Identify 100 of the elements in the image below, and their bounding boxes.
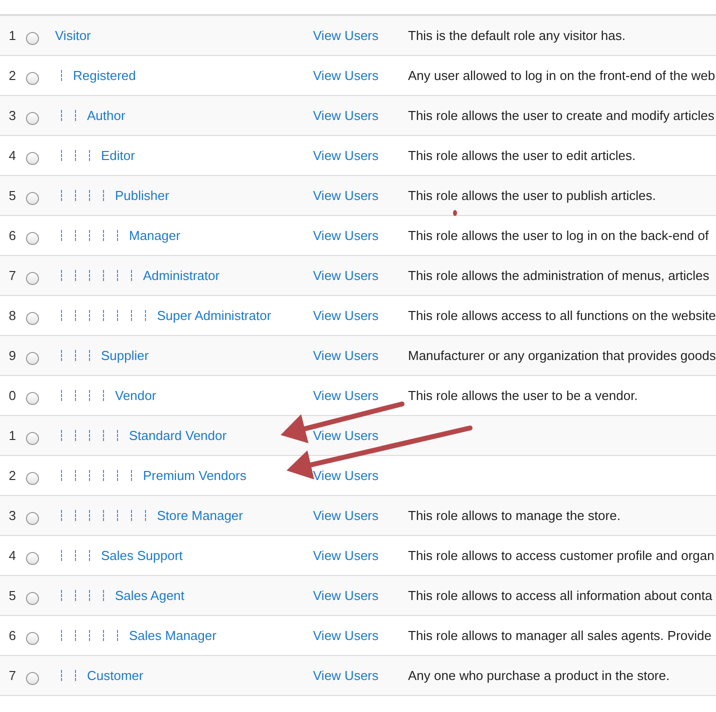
row-number: 1 bbox=[8, 428, 16, 443]
radio-button[interactable] bbox=[26, 352, 39, 364]
view-users-link[interactable]: View Users bbox=[313, 508, 408, 523]
radio-button[interactable] bbox=[26, 392, 39, 404]
view-users-link[interactable]: View Users bbox=[313, 268, 408, 283]
indent-guide-icon bbox=[75, 110, 76, 121]
indent-guide-icon bbox=[75, 230, 76, 241]
radio-button[interactable] bbox=[26, 32, 39, 44]
role-name-link[interactable]: Registered bbox=[73, 68, 136, 83]
radio-button[interactable] bbox=[26, 312, 39, 324]
role-name-link[interactable]: Visitor bbox=[55, 28, 91, 43]
radio-button[interactable] bbox=[26, 272, 39, 284]
view-users-link[interactable]: View Users bbox=[313, 548, 408, 563]
view-users-link[interactable]: View Users bbox=[313, 468, 408, 483]
role-name-link[interactable]: Sales Support bbox=[101, 548, 183, 563]
role-name-link[interactable]: Store Manager bbox=[157, 508, 243, 523]
role-name-link[interactable]: Supplier bbox=[101, 348, 149, 363]
radio-button[interactable] bbox=[26, 152, 39, 164]
indent-guide-icon bbox=[75, 310, 76, 321]
indent-guide-icon bbox=[61, 310, 62, 321]
role-name-link[interactable]: Sales Manager bbox=[129, 628, 216, 643]
indent-guide-icon bbox=[75, 390, 76, 401]
row-number: 4 bbox=[8, 548, 16, 563]
view-users-link[interactable]: View Users bbox=[313, 148, 408, 163]
indent-guide-icon bbox=[89, 310, 90, 321]
role-name-link[interactable]: Editor bbox=[101, 148, 135, 163]
indent-guide-icon bbox=[89, 430, 90, 441]
indent-guide-icon bbox=[131, 310, 132, 321]
view-users-link[interactable]: View Users bbox=[313, 348, 408, 363]
indent-guide-icon bbox=[61, 550, 62, 561]
radio-button[interactable] bbox=[26, 72, 39, 84]
radio-button[interactable] bbox=[26, 632, 39, 644]
indent-guide-icon bbox=[103, 230, 104, 241]
role-description: This role allows the user to publish articles. bbox=[408, 188, 657, 203]
row-number: 9 bbox=[8, 348, 16, 363]
view-users-link[interactable]: View Users bbox=[313, 108, 408, 123]
role-name-link[interactable]: Publisher bbox=[115, 188, 170, 203]
indent-guide-icon bbox=[103, 310, 104, 321]
role-name-link[interactable]: Vendor bbox=[115, 388, 156, 403]
radio-button[interactable] bbox=[26, 552, 39, 564]
indent-guide-icon bbox=[61, 190, 62, 201]
view-users-link[interactable]: View Users bbox=[313, 388, 408, 403]
radio-button[interactable] bbox=[26, 232, 39, 244]
view-users-link[interactable]: View Users bbox=[313, 228, 408, 243]
row-number: 2 bbox=[8, 468, 16, 483]
radio-button[interactable] bbox=[26, 592, 39, 604]
indent-guide-icon bbox=[103, 430, 104, 441]
radio-button[interactable] bbox=[26, 112, 39, 124]
view-users-link[interactable]: View Users bbox=[313, 188, 408, 203]
radio-button[interactable] bbox=[26, 432, 39, 444]
view-users-link[interactable]: View Users bbox=[313, 588, 408, 603]
indent-guide-icon bbox=[61, 270, 62, 281]
indent-guide-icon bbox=[89, 350, 90, 361]
role-name-link[interactable]: Manager bbox=[129, 228, 180, 243]
role-description: This is the default role any visitor has. bbox=[408, 28, 626, 43]
view-users-link[interactable]: View Users bbox=[313, 28, 408, 43]
role-name-link[interactable]: Super Administrator bbox=[157, 308, 272, 323]
row-number: 1 bbox=[8, 28, 16, 43]
indent-guide-icon bbox=[145, 310, 146, 321]
role-name-link[interactable]: Standard Vendor bbox=[129, 428, 227, 443]
indent-guide-icon bbox=[61, 70, 62, 81]
role-description: This role allows access to all functions on the website bbox=[408, 308, 716, 323]
row-number: 2 bbox=[8, 68, 16, 83]
indent-guide-icon bbox=[61, 390, 62, 401]
row-number: 5 bbox=[8, 588, 16, 603]
indent-guide-icon bbox=[61, 230, 62, 241]
indent-guide-icon bbox=[75, 350, 76, 361]
indent-guide-icon bbox=[89, 150, 90, 161]
view-users-link[interactable]: View Users bbox=[313, 668, 408, 683]
role-description: This role allows the user to be a vendor. bbox=[408, 388, 639, 403]
radio-button[interactable] bbox=[26, 472, 39, 484]
role-description: This role allows the user to create and modify articles bbox=[408, 108, 716, 123]
role-name-link[interactable]: Premium Vendors bbox=[143, 468, 246, 483]
indent-guide-icon bbox=[89, 550, 90, 561]
radio-button[interactable] bbox=[26, 672, 39, 684]
indent-guide-icon bbox=[89, 630, 90, 641]
role-name-link[interactable]: Customer bbox=[87, 668, 144, 683]
role-description: This role allows the user to edit articles. bbox=[408, 148, 637, 163]
row-number: 6 bbox=[8, 228, 16, 243]
indent-guide-icon bbox=[61, 630, 62, 641]
indent-guide-icon bbox=[89, 510, 90, 521]
view-users-link[interactable]: View Users bbox=[313, 628, 408, 643]
view-users-link[interactable]: View Users bbox=[313, 68, 408, 83]
indent-guide-icon bbox=[61, 350, 62, 361]
indent-guide-icon bbox=[117, 310, 118, 321]
indent-guide-icon bbox=[75, 630, 76, 641]
view-users-link[interactable]: View Users bbox=[313, 428, 408, 443]
indent-guide-icon bbox=[117, 270, 118, 281]
radio-button[interactable] bbox=[26, 512, 39, 524]
row-number: 5 bbox=[8, 188, 16, 203]
role-description: Any user allowed to log in on the front-end of the web bbox=[408, 68, 716, 83]
indent-guide-icon bbox=[61, 670, 62, 681]
indent-guide-icon bbox=[75, 190, 76, 201]
row-number: 8 bbox=[8, 308, 16, 323]
role-name-link[interactable]: Author bbox=[87, 108, 126, 123]
indent-guide-icon bbox=[103, 510, 104, 521]
role-name-link[interactable]: Sales Agent bbox=[115, 588, 184, 603]
view-users-link[interactable]: View Users bbox=[313, 308, 408, 323]
role-name-link[interactable]: Administrator bbox=[143, 268, 220, 283]
radio-button[interactable] bbox=[26, 192, 39, 204]
